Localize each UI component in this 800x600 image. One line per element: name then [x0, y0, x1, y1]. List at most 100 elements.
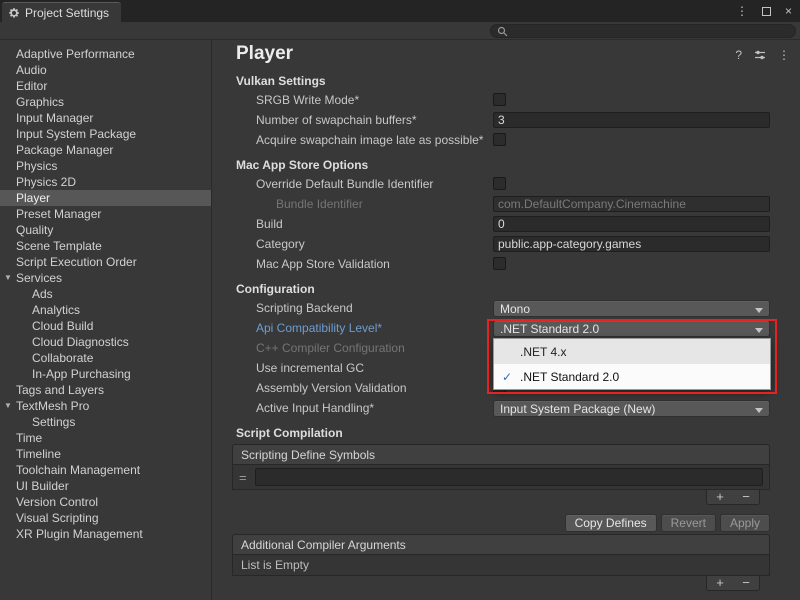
define-symbol-input[interactable] [255, 468, 763, 486]
sidebar-item-preset-manager[interactable]: Preset Manager [0, 206, 211, 222]
foldout-arrow-icon[interactable]: ▼ [4, 270, 12, 286]
settings-row-active-input-handling: Active Input Handling*Input System Packa… [212, 398, 800, 418]
sidebar-item-ui-builder[interactable]: UI Builder [0, 478, 211, 494]
sidebar-item-services[interactable]: ▼ Services [0, 270, 211, 286]
add-item-button[interactable]: + [707, 490, 733, 504]
sidebar-item-xr-plugin-management[interactable]: XR Plugin Management [0, 526, 211, 542]
chevron-down-icon [755, 408, 763, 413]
sidebar-item-label: XR Plugin Management [16, 527, 143, 541]
search-input[interactable] [512, 25, 789, 37]
row-control: .NET Standard 2.0 [493, 320, 770, 337]
checkbox[interactable] [493, 93, 506, 106]
sidebar-item-cloud-diagnostics[interactable]: Cloud Diagnostics [0, 334, 211, 350]
sidebar-item-visual-scripting[interactable]: Visual Scripting [0, 510, 211, 526]
checkbox[interactable] [493, 177, 506, 190]
sidebar-item-audio[interactable]: Audio [0, 62, 211, 78]
sidebar-item-version-control[interactable]: Version Control [0, 494, 211, 510]
sidebar-item-settings[interactable]: Settings [0, 414, 211, 430]
search-box[interactable] [490, 24, 796, 38]
help-icon[interactable]: ? [735, 49, 742, 61]
maximize-icon[interactable] [762, 7, 771, 16]
sidebar-item-label: Player [16, 191, 50, 205]
sidebar-item-label: Settings [32, 415, 75, 429]
apply-button[interactable]: Apply [720, 514, 770, 532]
dropdown[interactable]: Mono [493, 300, 770, 317]
row-label: SRGB Write Mode* [256, 93, 359, 107]
sidebar-item-player[interactable]: Player [0, 190, 211, 206]
sidebar-item-label: Services [16, 271, 62, 285]
row-control [493, 216, 770, 233]
sidebar-item-label: TextMesh Pro [16, 399, 89, 413]
additional-compiler-arguments-box: Additional Compiler Arguments List is Em… [232, 534, 770, 594]
sidebar-item-quality[interactable]: Quality [0, 222, 211, 238]
header-icons: ? ⋮ [735, 49, 790, 61]
row-control: Input System Package (New) [493, 400, 770, 417]
dropdown-value: Mono [500, 302, 530, 316]
dropdown-option-net-4-x[interactable]: .NET 4.x [494, 339, 770, 364]
text-field[interactable] [493, 112, 770, 128]
settings-row-bundle-identifier: Bundle Identifier [212, 194, 800, 214]
sidebar-item-ads[interactable]: Ads [0, 286, 211, 302]
sidebar-item-label: Cloud Build [32, 319, 93, 333]
sidebar-item-collaborate[interactable]: Collaborate [0, 350, 211, 366]
sidebar-item-input-system-package[interactable]: Input System Package [0, 126, 211, 142]
sidebar-item-physics[interactable]: Physics [0, 158, 211, 174]
text-field[interactable] [493, 236, 770, 252]
window-menu-icon[interactable]: ⋮ [736, 5, 748, 17]
sidebar-item-physics-2d[interactable]: Physics 2D [0, 174, 211, 190]
api-compatibility-dropdown-popup: .NET 4.x✓.NET Standard 2.0 [493, 338, 771, 390]
sidebar-item-label: Script Execution Order [16, 255, 137, 269]
sidebar-item-adaptive-performance[interactable]: Adaptive Performance [0, 46, 211, 62]
preset-icon[interactable] [754, 49, 766, 61]
dropdown-value: Input System Package (New) [500, 402, 655, 416]
sidebar-item-tags-and-layers[interactable]: Tags and Layers [0, 382, 211, 398]
foldout-arrow-icon[interactable]: ▼ [4, 398, 12, 414]
listbox-header: Additional Compiler Arguments [232, 534, 770, 554]
row-label: Api Compatibility Level* [256, 321, 382, 335]
copy-defines-button[interactable]: Copy Defines [565, 514, 657, 532]
sidebar-item-label: Toolchain Management [16, 463, 140, 477]
dropdown-option-net-standard-2-0[interactable]: ✓.NET Standard 2.0 [494, 364, 770, 389]
sidebar-item-editor[interactable]: Editor [0, 78, 211, 94]
sidebar-item-in-app-purchasing[interactable]: In-App Purchasing [0, 366, 211, 382]
more-icon[interactable]: ⋮ [778, 49, 790, 61]
sidebar-item-toolchain-management[interactable]: Toolchain Management [0, 462, 211, 478]
settings-row-build: Build [212, 214, 800, 234]
sidebar-item-timeline[interactable]: Timeline [0, 446, 211, 462]
section-title-script-compilation: Script Compilation [236, 424, 800, 442]
toolbar [0, 22, 800, 40]
sidebar-item-graphics[interactable]: Graphics [0, 94, 211, 110]
dropdown[interactable]: .NET Standard 2.0 [493, 320, 770, 337]
drag-handle-icon[interactable]: = [239, 471, 247, 484]
text-field[interactable] [493, 196, 770, 212]
sidebar-item-package-manager[interactable]: Package Manager [0, 142, 211, 158]
sidebar-item-label: Tags and Layers [16, 383, 104, 397]
list-add-remove-toolbar: + − [706, 490, 760, 505]
settings-row-number-of-swapchain-buffers: Number of swapchain buffers* [212, 110, 800, 130]
section-title-configuration: Configuration [236, 280, 800, 298]
text-field[interactable] [493, 216, 770, 232]
row-control [493, 92, 770, 109]
tab-project-settings[interactable]: Project Settings [2, 2, 121, 22]
settings-row-api-compatibility-level: Api Compatibility Level* .NET Standard 2.… [212, 318, 800, 338]
remove-item-button[interactable]: − [733, 490, 759, 504]
revert-button[interactable]: Revert [661, 514, 716, 532]
sidebar-item-time[interactable]: Time [0, 430, 211, 446]
sidebar-item-cloud-build[interactable]: Cloud Build [0, 318, 211, 334]
add-item-button[interactable]: + [707, 576, 733, 590]
page-title: Player [236, 43, 293, 65]
checkbox[interactable] [493, 257, 506, 270]
sidebar-item-textmesh-pro[interactable]: ▼ TextMesh Pro [0, 398, 211, 414]
sidebar-item-scene-template[interactable]: Scene Template [0, 238, 211, 254]
sidebar-item-label: Cloud Diagnostics [32, 335, 129, 349]
row-label: Category [256, 237, 305, 251]
dropdown[interactable]: Input System Package (New) [493, 400, 770, 417]
chevron-down-icon [755, 328, 763, 333]
sidebar-item-analytics[interactable]: Analytics [0, 302, 211, 318]
close-icon[interactable]: × [785, 5, 792, 17]
sidebar-item-script-execution-order[interactable]: Script Execution Order [0, 254, 211, 270]
sidebar-item-label: Physics [16, 159, 57, 173]
sidebar-item-input-manager[interactable]: Input Manager [0, 110, 211, 126]
remove-item-button[interactable]: − [733, 576, 759, 590]
checkbox[interactable] [493, 133, 506, 146]
